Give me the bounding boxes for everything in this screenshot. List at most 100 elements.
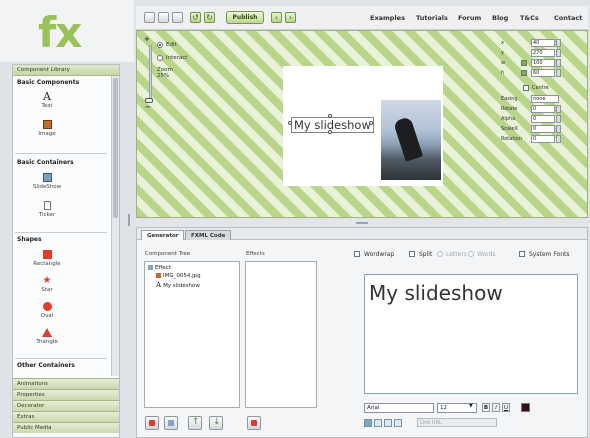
align-justify-icon[interactable] [394,419,402,427]
effects-list[interactable] [245,261,317,408]
rotation-stepper[interactable] [556,135,561,143]
text-editor-content[interactable]: My slideshow [369,281,503,305]
prop-x-stepper[interactable] [556,39,561,47]
design-canvas[interactable]: + − Edit Interact Zoom 25% My slideshow … [136,30,588,218]
previous-icon[interactable]: ‹ [271,12,282,23]
slide-stage[interactable]: My slideshow [283,66,443,186]
selected-text-component[interactable]: My slideshow [291,117,374,133]
chevron-down-icon[interactable]: ▼ [469,403,473,409]
prop-w-stepper[interactable] [556,59,561,67]
align-right-icon[interactable] [384,419,392,427]
move-down-icon[interactable]: ↓ [209,416,223,430]
move-up-icon[interactable]: ↑ [188,416,202,430]
nav-tcs[interactable]: T&Cs [520,14,539,22]
lock-ratio-checkbox[interactable] [521,70,527,76]
redo-icon[interactable]: ↻ [204,12,215,23]
nav-contact[interactable]: Contact [554,14,582,22]
tree-node-effect[interactable]: Effect [148,265,171,271]
words-radio[interactable] [468,251,474,257]
interact-radio[interactable] [157,55,163,61]
nav-blog[interactable]: Blog [492,14,508,22]
zoom-out-icon[interactable]: − [145,103,151,111]
nav-tutorials[interactable]: Tutorials [416,14,448,22]
rotation-input[interactable]: 0 [531,135,555,143]
tab-generator[interactable]: Generator [141,230,185,240]
bold-button[interactable]: B [482,403,490,412]
easing-select[interactable]: none [531,95,559,103]
component-slideshow[interactable]: SlideShow [27,173,67,190]
splitter-grip[interactable] [356,222,368,224]
alpha-stepper[interactable] [556,115,561,123]
nav-forum[interactable]: Forum [458,14,481,22]
underline-button[interactable]: U [502,403,510,412]
undo-icon[interactable]: ↺ [190,12,201,23]
canvas-splitter[interactable] [136,219,588,227]
font-family-select[interactable]: Arial [364,403,434,413]
accordion-public-media[interactable]: Public Media [13,422,119,433]
wordwrap-checkbox[interactable] [354,251,360,257]
next-icon[interactable]: › [285,12,296,23]
zoom-in-icon[interactable]: + [144,35,150,43]
link-url-input[interactable]: Link URL [417,418,497,427]
section-title: Basic Components [17,79,80,86]
resize-handle[interactable] [328,114,332,118]
text-editor[interactable]: My slideshow [364,274,578,394]
component-tree[interactable]: Effect IMG_0054.jpg A My slideshow [144,261,240,408]
delete-icon[interactable] [145,416,159,430]
duplicate-icon[interactable] [164,416,178,430]
accordion-extras[interactable]: Extras [13,411,119,422]
prop-h-stepper[interactable] [556,69,561,77]
component-triangle[interactable]: Triangle [27,328,67,345]
prop-w-input[interactable]: 100 [531,59,555,67]
scalex-stepper[interactable] [556,125,561,133]
component-library-header[interactable]: Component Library [13,65,119,76]
component-ticker[interactable]: Ticker [27,201,67,218]
save-file-icon[interactable] [172,12,183,23]
component-image[interactable]: Image [27,120,67,137]
delete-effect-icon[interactable] [247,416,261,430]
nav-examples[interactable]: Examples [370,14,405,22]
slideshow-photo[interactable] [381,100,441,180]
accordion-animations[interactable]: Animations [13,378,119,389]
effect-icon [148,265,153,270]
prop-label: w [501,60,506,66]
zoom-slider[interactable] [149,45,152,100]
tree-node-image[interactable]: IMG_0054.jpg [156,273,201,279]
lock-ratio-checkbox[interactable] [521,60,527,66]
italic-button[interactable]: I [492,403,500,412]
prop-y-stepper[interactable] [556,49,561,57]
rotate-input[interactable]: 0 [531,105,555,113]
split-checkbox[interactable] [409,251,415,257]
resize-handle[interactable] [328,130,332,134]
tab-fxml-code[interactable]: FXML Code [185,230,232,240]
prop-x-input[interactable]: 40 [531,39,555,47]
alpha-input[interactable]: 0 [531,115,555,123]
scalex-input[interactable]: 0 [531,125,555,133]
prop-y-input[interactable]: 270 [531,49,555,57]
component-rectangle[interactable]: Rectangle [27,250,67,267]
resize-handle[interactable] [288,121,292,125]
scrollbar-thumb[interactable] [113,78,118,218]
component-text[interactable]: A Text [27,91,67,109]
align-center-icon[interactable] [374,419,382,427]
centre-checkbox[interactable] [523,85,529,91]
new-file-icon[interactable] [144,12,155,23]
accordion-properties[interactable]: Properties [13,389,119,400]
tree-label: IMG_0054.jpg [163,273,201,279]
component-oval[interactable]: Oval [27,302,67,319]
publish-button[interactable]: Publish [226,11,264,24]
resize-handle[interactable] [369,121,373,125]
library-scrollbar[interactable] [111,76,119,376]
component-star[interactable]: ★ Star [27,276,67,294]
letters-radio[interactable] [437,251,443,257]
open-file-icon[interactable] [158,12,169,23]
edit-radio[interactable] [157,42,163,48]
prop-h-input[interactable]: 60 [531,69,555,77]
align-left-icon[interactable] [364,419,372,427]
text-color-swatch[interactable] [521,403,530,412]
tree-node-text[interactable]: A My slideshow [156,281,200,289]
system-fonts-checkbox[interactable] [519,251,525,257]
accordion-decorator[interactable]: Decorator [13,400,119,411]
panel-resize-handle[interactable] [128,214,130,226]
rotate-stepper[interactable] [556,105,561,113]
